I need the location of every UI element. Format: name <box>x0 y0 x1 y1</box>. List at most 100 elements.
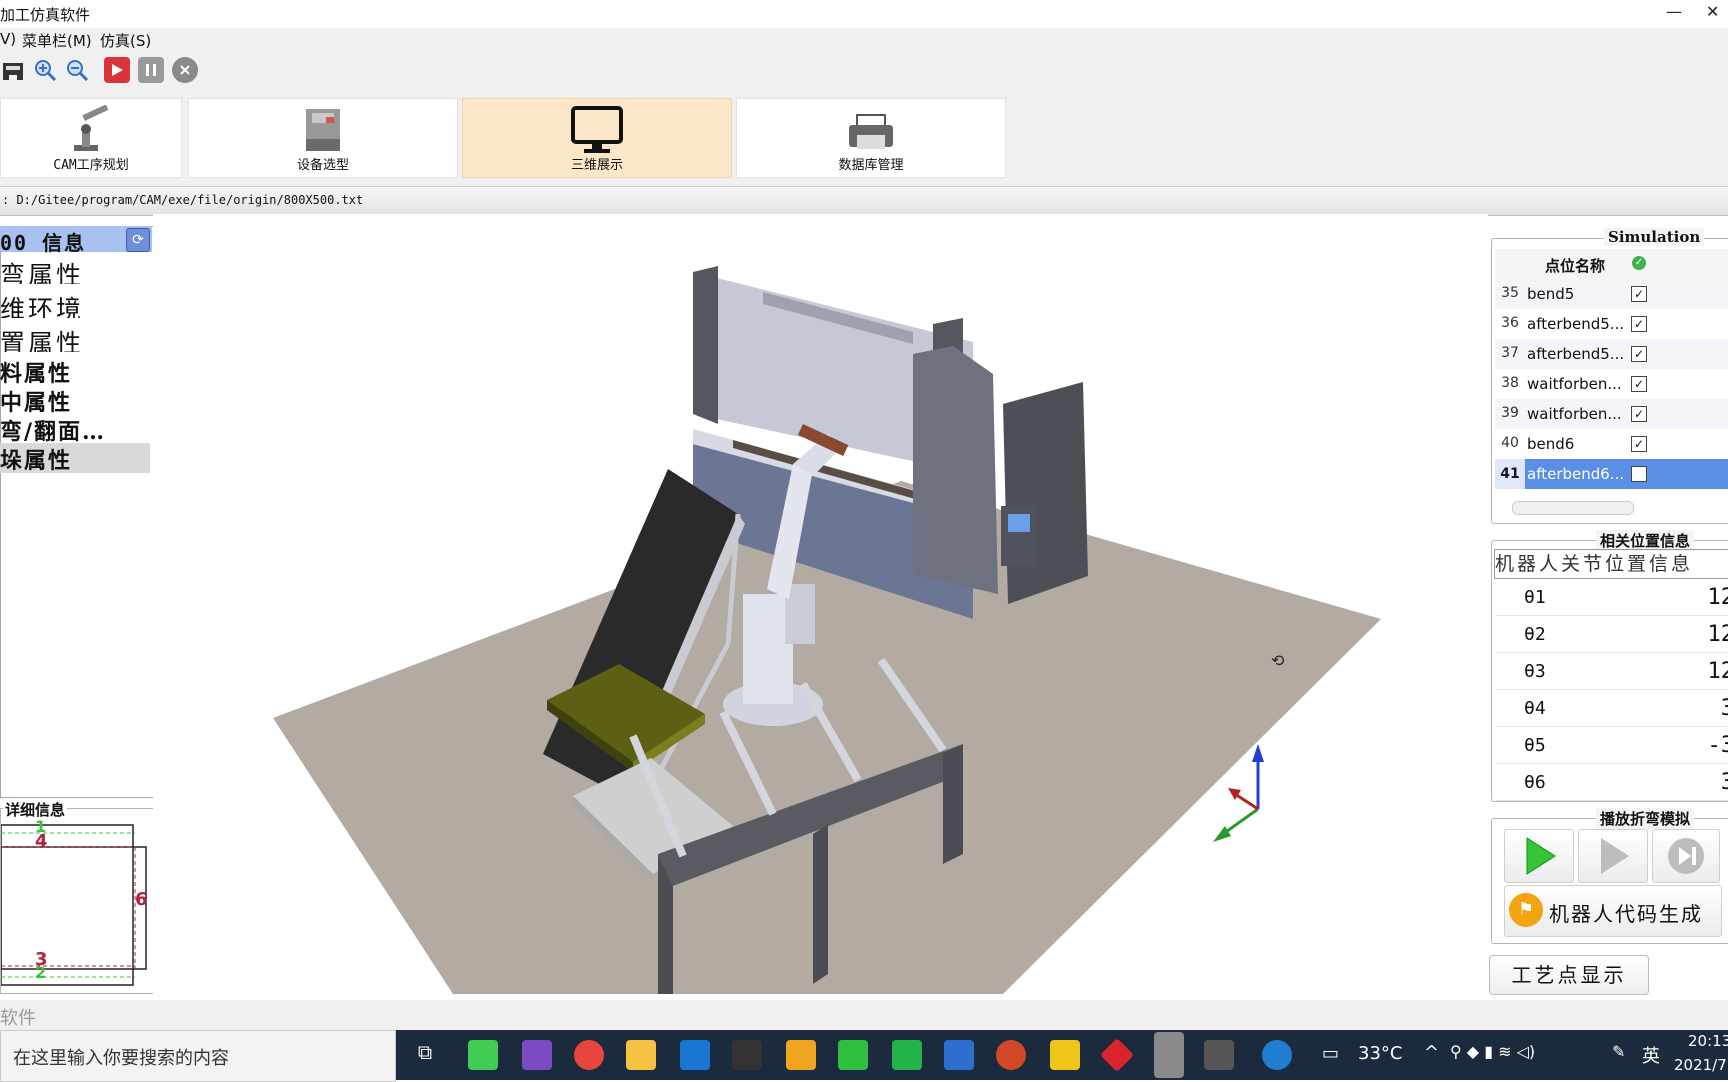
tree-item-flip[interactable]: 弯/翻面… <box>0 414 150 442</box>
module-bar: CAM工序规划 设备选型 三维展示 数据库管理 <box>0 88 1728 186</box>
zoom-in-icon[interactable] <box>32 57 58 83</box>
tree-item-bend[interactable]: 弯属性 <box>0 256 150 284</box>
process-points-button[interactable]: 工艺点显示 <box>1489 955 1649 995</box>
minimize-button[interactable]: — <box>1666 2 1682 21</box>
simulation-app-icon[interactable] <box>1154 1032 1184 1078</box>
printer-icon <box>849 114 893 149</box>
zoom-out-icon[interactable] <box>64 57 90 83</box>
horizontal-scrollbar[interactable] <box>1512 501 1634 515</box>
table-row-selected[interactable]: 41 afterbend6... <box>1495 459 1728 489</box>
table-header: 点位名称 ✓ <box>1495 249 1728 280</box>
menu-bar: V) 菜单栏(M) 仿真(S) <box>0 28 1728 53</box>
pause-icon[interactable] <box>138 57 164 83</box>
tray-chevron-icon[interactable]: ^ <box>1424 1042 1439 1063</box>
row-checkbox[interactable]: ✓ <box>1631 436 1647 452</box>
detail-info-group: 详细信息 1 4 6 3 2 <box>0 799 154 994</box>
3d-viewport[interactable]: ⟲ <box>153 214 1488 994</box>
wechat-icon[interactable] <box>838 1040 868 1070</box>
relative-position-group: 相关位置信息 机器人关节位置信息 θ1 12 θ2 12 θ3 12 θ4 3 θ5 -3… <box>1491 530 1728 802</box>
monitor-icon <box>571 106 623 153</box>
info-header-title: 00 信息 <box>0 231 87 255</box>
menu-simulation[interactable]: 仿真(S) <box>100 30 151 51</box>
play-icon[interactable] <box>104 57 130 83</box>
pen-icon[interactable]: ✎ <box>1612 1042 1625 1061</box>
status-bar: 软件 <box>0 1000 1728 1030</box>
table-row[interactable]: 38 waitforben... ✓ <box>1495 369 1728 399</box>
table-row[interactable]: 40 bend6 ✓ <box>1495 429 1728 459</box>
table-row[interactable]: 35 bend5 ✓ <box>1495 279 1728 309</box>
window-app-icon[interactable] <box>786 1040 816 1070</box>
file-path: : D:/Gitee/program/CAM/exe/file/origin/8… <box>2 193 364 207</box>
refresh-icon[interactable]: ⟳ <box>126 228 150 252</box>
title-bar: 加工仿真软件 — ✕ <box>0 0 1728 28</box>
step-forward-button[interactable] <box>1652 829 1720 883</box>
stop-icon[interactable] <box>172 57 198 83</box>
machine-icon[interactable] <box>0 57 26 83</box>
module-label: 三维展示 <box>570 158 623 173</box>
taskbar-search[interactable]: 在这里输入你要搜索的内容 <box>0 1030 396 1082</box>
tree-item-material[interactable]: 料属性 <box>0 356 150 384</box>
visual-studio-icon[interactable] <box>522 1040 552 1070</box>
module-equipment-selection[interactable]: 设备选型 <box>188 98 458 178</box>
weather-icon: ▭ <box>1322 1043 1340 1064</box>
module-cam-planning[interactable]: CAM工序规划 <box>0 98 182 178</box>
menu-view[interactable]: V) <box>0 30 16 48</box>
joint-row-1: θ1 12 <box>1496 581 1728 616</box>
sheet-diagram <box>1 824 147 986</box>
tree-item-environment[interactable]: 维环境 <box>0 290 150 318</box>
help-icon[interactable] <box>1262 1040 1292 1070</box>
help-app-icon[interactable] <box>1050 1040 1080 1070</box>
robot-code-generate-button[interactable]: ⚑ 机器人代码生成 <box>1504 885 1722 937</box>
robot-code-label: 机器人代码生成 <box>1549 902 1703 926</box>
tree-item-position[interactable]: 置属性 <box>0 324 150 352</box>
row-checkbox[interactable]: ✓ <box>1631 286 1647 302</box>
module-label: CAM工序规划 <box>53 158 129 173</box>
task-view-icon[interactable]: ⧉ <box>410 1040 440 1070</box>
right-column <box>1003 382 1088 604</box>
temperature: 33°C <box>1358 1043 1403 1064</box>
chrome-icon[interactable] <box>574 1040 604 1070</box>
ime-indicator[interactable]: 英 <box>1642 1042 1660 1068</box>
close-button[interactable]: ✕ <box>1706 2 1719 21</box>
robot-arm-icon <box>74 105 109 151</box>
module-label: 设备选型 <box>296 158 349 173</box>
clock-time: 20:13 <box>1688 1032 1728 1050</box>
tray-icons[interactable]: ⚲ ◆ ▮ ≋ ◁) <box>1450 1042 1535 1061</box>
qc-icon[interactable] <box>892 1040 922 1070</box>
row-checkbox[interactable]: ✓ <box>1631 376 1647 392</box>
info-header: 00 信息 ⟳ <box>0 226 152 255</box>
joint-row-2: θ2 12 <box>1496 618 1728 653</box>
bookmark-app-icon[interactable] <box>680 1040 710 1070</box>
taskbar: 在这里输入你要搜索的内容 ⧉ ▭ 33°C ^ ⚲ ◆ ▮ ≋ ◁) ✎ 英 2… <box>0 1030 1728 1082</box>
menu-menubar[interactable]: 菜单栏(M) <box>22 30 92 51</box>
terminal-icon[interactable] <box>732 1040 762 1070</box>
playback-group: 播放折弯模拟 ⚑ 机器人代码生成 <box>1491 808 1728 944</box>
tree-item-centering[interactable]: 中属性 <box>0 385 150 413</box>
row-checkbox[interactable]: ✓ <box>1631 406 1647 422</box>
playback-title: 播放折弯模拟 <box>1596 808 1695 829</box>
check-all-icon[interactable]: ✓ <box>1632 256 1646 270</box>
play-gray-button[interactable] <box>1578 829 1648 883</box>
joint-row-6: θ6 3 <box>1496 766 1728 801</box>
table-row[interactable]: 39 waitforben... ✓ <box>1495 399 1728 429</box>
tree-item-stack[interactable]: 垛属性 <box>0 443 150 473</box>
diamond-app-icon[interactable] <box>1100 1038 1134 1072</box>
row-checkbox[interactable]: ✓ <box>1631 316 1647 332</box>
module-3d-display[interactable]: 三维展示 <box>462 98 732 178</box>
clock-date: 2021/7 <box>1674 1056 1727 1074</box>
qt-creator-icon[interactable] <box>468 1040 498 1070</box>
table-row[interactable]: 37 afterbend5... ✓ <box>1495 339 1728 369</box>
app-icon[interactable] <box>944 1040 974 1070</box>
powerpoint-icon[interactable] <box>996 1040 1026 1070</box>
simulation-rows: 35 bend5 ✓ 36 afterbend5... ✓ 37 afterbend5..… <box>1495 279 1728 497</box>
matlab-icon[interactable] <box>1204 1040 1234 1070</box>
module-database[interactable]: 数据库管理 <box>736 98 1006 178</box>
marker-4: 4 <box>35 831 48 852</box>
row-checkbox[interactable] <box>1631 466 1647 482</box>
col-point-name[interactable]: 点位名称 <box>1545 255 1605 276</box>
play-bend-button[interactable] <box>1504 829 1574 883</box>
row-checkbox[interactable]: ✓ <box>1631 346 1647 362</box>
table-row[interactable]: 36 afterbend5... ✓ <box>1495 309 1728 339</box>
press-brake-icon <box>306 109 340 151</box>
file-explorer-icon[interactable] <box>626 1040 656 1070</box>
